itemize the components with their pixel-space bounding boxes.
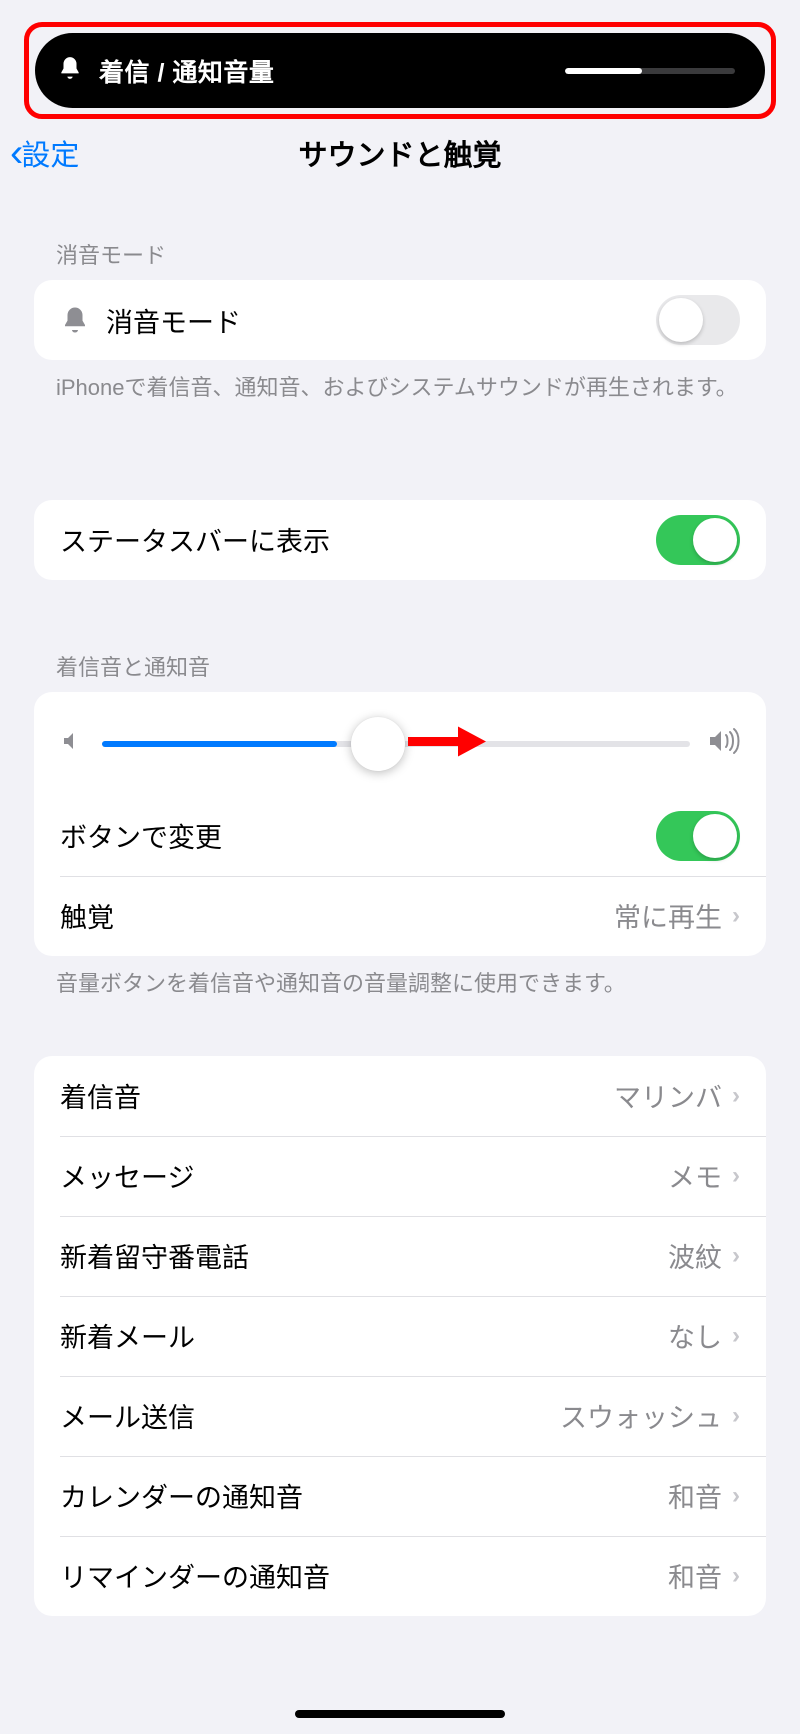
back-button[interactable]: ‹ 設定 xyxy=(10,132,79,174)
sound-label: 着信音 xyxy=(60,1076,614,1115)
sound-value: なし xyxy=(668,1316,722,1355)
speaker-low-icon xyxy=(60,729,84,758)
volume-hud-label: 着信 / 通知音量 xyxy=(99,53,549,89)
sound-row-message[interactable]: メッセージ メモ › xyxy=(34,1136,766,1216)
bell-icon xyxy=(57,55,83,86)
change-with-buttons-row[interactable]: ボタンで変更 xyxy=(34,796,766,876)
silent-mode-group: 消音モード xyxy=(34,280,766,360)
volume-hud-bar xyxy=(565,68,735,74)
change-with-buttons-label: ボタンで変更 xyxy=(60,816,656,855)
slider-thumb[interactable] xyxy=(351,717,405,771)
sound-label: 新着留守番電話 xyxy=(60,1236,668,1275)
silent-mode-header: 消音モード xyxy=(0,190,800,280)
haptics-value: 常に再生 xyxy=(614,896,722,935)
ringer-header: 着信音と通知音 xyxy=(0,580,800,692)
chevron-right-icon: › xyxy=(732,1082,740,1110)
chevron-right-icon: › xyxy=(732,1562,740,1590)
sound-row-calendar[interactable]: カレンダーの通知音 和音 › xyxy=(34,1456,766,1536)
sound-value: 波紋 xyxy=(668,1236,722,1275)
sound-row-reminder[interactable]: リマインダーの通知音 和音 › xyxy=(34,1536,766,1616)
silent-mode-toggle[interactable] xyxy=(656,295,740,345)
volume-slider[interactable] xyxy=(102,741,690,747)
bell-icon xyxy=(60,305,106,335)
statusbar-group: ステータスバーに表示 xyxy=(34,500,766,580)
sound-label: メッセージ xyxy=(60,1156,668,1195)
sound-value: 和音 xyxy=(668,1556,722,1595)
ringer-group: ボタンで変更 触覚 常に再生 › xyxy=(34,692,766,956)
sound-value: スウォッシュ xyxy=(560,1396,722,1435)
chevron-right-icon: › xyxy=(732,1242,740,1270)
change-with-buttons-toggle[interactable] xyxy=(656,811,740,861)
chevron-right-icon: › xyxy=(732,1482,740,1510)
chevron-right-icon: › xyxy=(732,1402,740,1430)
page-title: サウンドと触覚 xyxy=(0,132,800,174)
sound-value: マリンバ xyxy=(614,1076,722,1115)
silent-mode-row[interactable]: 消音モード xyxy=(34,280,766,360)
sound-label: 新着メール xyxy=(60,1316,668,1355)
statusbar-label: ステータスバーに表示 xyxy=(60,520,656,559)
sounds-group: 着信音 マリンバ › メッセージ メモ › 新着留守番電話 波紋 › 新着メール… xyxy=(34,1056,766,1616)
sound-label: カレンダーの通知音 xyxy=(60,1476,668,1515)
volume-hud: 着信 / 通知音量 xyxy=(35,33,765,108)
home-indicator[interactable] xyxy=(295,1710,505,1718)
chevron-right-icon: › xyxy=(732,902,740,930)
volume-hud-highlight: 着信 / 通知音量 xyxy=(24,22,776,119)
sound-value: 和音 xyxy=(668,1476,722,1515)
silent-mode-label: 消音モード xyxy=(106,301,656,340)
sound-row-newmail[interactable]: 新着メール なし › xyxy=(34,1296,766,1376)
haptics-row[interactable]: 触覚 常に再生 › xyxy=(34,876,766,956)
statusbar-row[interactable]: ステータスバーに表示 xyxy=(34,500,766,580)
sound-row-voicemail[interactable]: 新着留守番電話 波紋 › xyxy=(34,1216,766,1296)
settings-screen: 着信 / 通知音量 ‹ 設定 サウンドと触覚 消音モード 消音モード iPhon… xyxy=(0,0,800,1734)
speaker-high-icon xyxy=(708,727,740,760)
nav-bar: ‹ 設定 サウンドと触覚 xyxy=(0,120,800,186)
content: 消音モード 消音モード iPhoneで着信音、通知音、およびシステムサウンドが再… xyxy=(0,190,800,1616)
sound-value: メモ xyxy=(668,1156,722,1195)
sound-row-sentmail[interactable]: メール送信 スウォッシュ › xyxy=(34,1376,766,1456)
silent-mode-footer: iPhoneで着信音、通知音、およびシステムサウンドが再生されます。 xyxy=(0,360,800,404)
volume-slider-row xyxy=(34,692,766,796)
ringer-footer: 音量ボタンを着信音や通知音の音量調整に使用できます。 xyxy=(0,956,800,1000)
sound-label: リマインダーの通知音 xyxy=(60,1556,668,1595)
back-label: 設定 xyxy=(21,132,79,174)
statusbar-toggle[interactable] xyxy=(656,515,740,565)
chevron-right-icon: › xyxy=(732,1162,740,1190)
chevron-right-icon: › xyxy=(732,1322,740,1350)
arrow-right-annotation xyxy=(408,723,486,764)
sound-label: メール送信 xyxy=(60,1396,560,1435)
haptics-label: 触覚 xyxy=(60,896,614,935)
sound-row-ringtone[interactable]: 着信音 マリンバ › xyxy=(34,1056,766,1136)
